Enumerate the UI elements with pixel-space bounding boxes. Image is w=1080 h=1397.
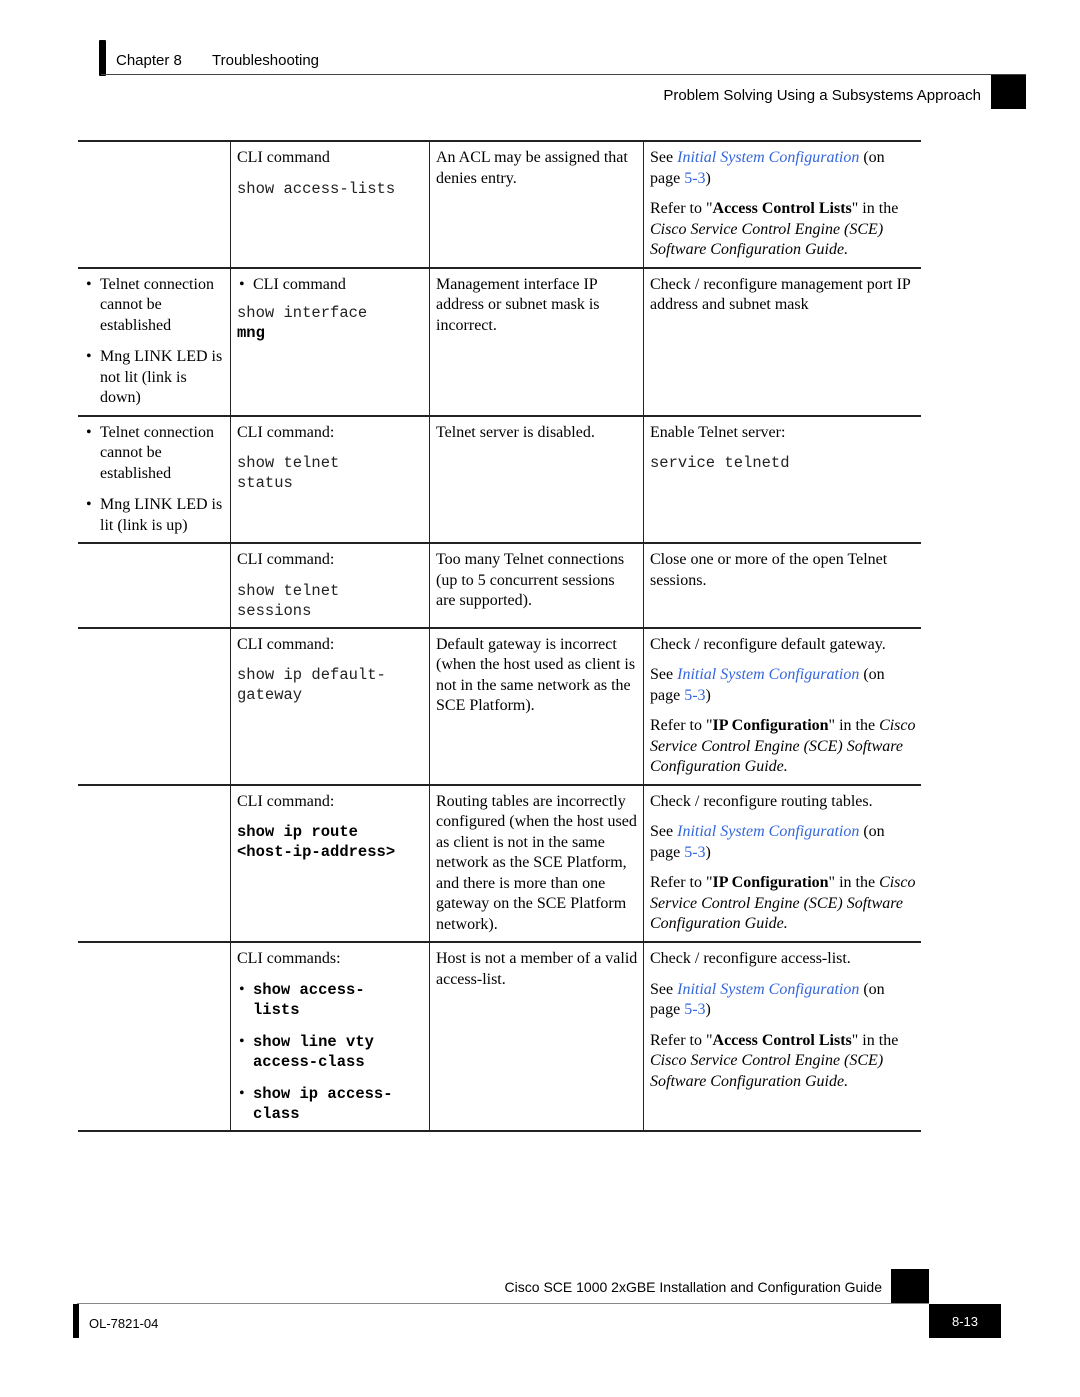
table-row: CLI command show access-lists An ACL may… — [78, 140, 921, 268]
symptom-cell: • Telnet connection cannot be established… — [78, 414, 231, 543]
section-title: Problem Solving Using a Subsystems Appro… — [663, 87, 981, 104]
cause-cell: An ACL may be assigned that denies entry… — [429, 140, 644, 268]
diagnosis-label: CLI command: — [237, 792, 335, 810]
action-cell: Check / reconfigure default gateway. See… — [643, 626, 921, 785]
cause-cell: Too many Telnet connections (up to 5 con… — [429, 542, 644, 628]
table-row: • Telnet connection cannot be established… — [78, 414, 921, 543]
symptom-cell — [78, 542, 231, 628]
refer-reference: Refer to "IP Configuration" in the Cisco… — [650, 717, 916, 775]
action-command: service telnetd — [650, 454, 790, 472]
refer-reference: Refer to "Access Control Lists" in the C… — [650, 1031, 899, 1090]
footer-block-mark — [891, 1269, 929, 1304]
table-row: CLI commands: • show access-lists • show l… — [78, 941, 921, 1132]
symptom-item: • Telnet connection cannot be established — [86, 275, 214, 334]
diagnosis-label: CLI commands: — [237, 950, 341, 967]
initial-system-configuration-link[interactable]: Initial System Configuration — [677, 823, 859, 840]
footer-rule — [77, 1303, 929, 1304]
diagnosis-cell: CLI command: show ip route <host-ip-addre… — [230, 783, 430, 942]
diagnosis-label: CLI command — [237, 149, 330, 166]
action-cell: Enable Telnet server: service telnetd — [643, 414, 921, 543]
see-reference: See Initial System Configuration (on pag… — [650, 666, 885, 704]
header-block-mark — [991, 75, 1026, 109]
initial-system-configuration-link[interactable]: Initial System Configuration — [677, 666, 859, 683]
cause-cell: Routing tables are incorrectly configure… — [429, 783, 644, 942]
bullet-icon: • — [239, 1084, 245, 1102]
cause-cell: Default gateway is incorrect (when the h… — [429, 626, 644, 785]
table-row: CLI command: show telnet sessions Too man… — [78, 542, 921, 628]
diagnosis-cell: CLI command show access-lists — [230, 140, 430, 268]
troubleshooting-table: CLI command show access-lists An ACL may… — [78, 140, 921, 1132]
cause-cell: Telnet server is disabled. — [429, 414, 644, 543]
diagnosis-cell: CLI commands: • show access-lists • show l… — [230, 941, 430, 1132]
diagnosis-cell: • CLI command show interface mng — [230, 266, 430, 416]
cli-command: show telnet status — [237, 454, 340, 492]
table-row: CLI command: show ip default-gateway Def… — [78, 626, 921, 785]
cli-command: show interface mng — [237, 304, 368, 342]
action-cell: Check / reconfigure access-list. See Ini… — [643, 941, 921, 1132]
page-number: 8-13 — [929, 1304, 1001, 1338]
action-cell: See Initial System Configuration (on pag… — [643, 140, 921, 268]
cli-command-item: • show line vty access-class — [239, 1032, 374, 1071]
chapter-label: Chapter 8 — [116, 52, 182, 69]
action-text: Enable Telnet server: — [650, 423, 786, 441]
action-lead: Check / reconfigure access-list. — [650, 950, 851, 967]
bullet-icon: • — [86, 275, 92, 293]
footer-bar-mark — [73, 1304, 79, 1338]
see-reference: See Initial System Configuration (on pag… — [650, 980, 885, 1019]
cli-command: show ip route <host-ip-address> — [237, 823, 396, 861]
symptom-cell: • Telnet connection cannot be established… — [78, 266, 231, 416]
cause-cell: Host is not a member of a valid access-l… — [429, 941, 644, 1132]
table-row: • Telnet connection cannot be established… — [78, 266, 921, 416]
document-number: OL-7821-04 — [89, 1316, 159, 1331]
chapter-title: Troubleshooting — [212, 52, 320, 69]
symptom-item: • Mng LINK LED is not lit (link is down) — [86, 348, 223, 406]
page-link[interactable]: 5-3 — [684, 1001, 705, 1018]
bullet-icon: • — [86, 496, 92, 513]
page-link[interactable]: 5-3 — [684, 844, 705, 861]
bullet-icon: • — [239, 1032, 245, 1050]
bullet-icon: • — [239, 980, 245, 998]
cli-command: show ip default-gateway — [237, 666, 386, 704]
cli-command: show telnet sessions — [237, 581, 340, 620]
action-cell: Check / reconfigure routing tables. See … — [643, 783, 921, 942]
diagnosis-label: CLI command: — [237, 635, 335, 653]
action-lead: Check / reconfigure routing tables. — [650, 792, 873, 810]
symptom-cell — [78, 140, 231, 268]
see-reference: See Initial System Configuration (on pag… — [650, 823, 885, 861]
action-cell: Check / reconfigure management port IP a… — [643, 266, 921, 416]
table-row: CLI command: show ip route <host-ip-addre… — [78, 783, 921, 942]
bullet-icon: • — [86, 423, 92, 441]
cli-command-item: • show access-lists — [239, 980, 365, 1019]
cli-command-item: • show ip access-class — [239, 1084, 393, 1123]
cause-cell: Management interface IP address or subne… — [429, 266, 644, 416]
symptom-item: • Telnet connection cannot be established — [86, 423, 214, 482]
page-link[interactable]: 5-3 — [684, 170, 705, 187]
initial-system-configuration-link[interactable]: Initial System Configuration — [677, 149, 859, 166]
diagnosis-cell: CLI command: show ip default-gateway — [230, 626, 430, 785]
diagnosis-cell: CLI command: show telnet sessions — [230, 542, 430, 628]
diagnosis-label: CLI command: — [237, 551, 335, 568]
bullet-icon: • — [86, 348, 92, 365]
diagnosis-label: CLI command: — [237, 423, 335, 441]
action-cell: Close one or more of the open Telnet ses… — [643, 542, 921, 628]
initial-system-configuration-link[interactable]: Initial System Configuration — [677, 981, 859, 998]
cli-command: show access-lists — [237, 179, 396, 198]
symptom-cell — [78, 626, 231, 785]
page-link[interactable]: 5-3 — [684, 687, 705, 704]
refer-reference: Refer to "Access Control Lists" in the C… — [650, 200, 899, 258]
diagnosis-cell: CLI command: show telnet status — [230, 414, 430, 543]
refer-reference: Refer to "IP Configuration" in the Cisco… — [650, 874, 916, 932]
diagnosis-item: • CLI command — [237, 275, 424, 296]
bullet-icon: • — [239, 275, 245, 293]
action-lead: Check / reconfigure default gateway. — [650, 635, 886, 653]
symptom-cell — [78, 783, 231, 942]
header-rule — [101, 74, 1026, 75]
symptom-cell — [78, 941, 231, 1132]
see-reference: See Initial System Configuration (on pag… — [650, 149, 885, 187]
guide-title: Cisco SCE 1000 2xGBE Installation and Co… — [504, 1279, 882, 1295]
symptom-item: • Mng LINK LED is lit (link is up) — [86, 496, 223, 534]
header-bar-mark — [99, 40, 106, 76]
